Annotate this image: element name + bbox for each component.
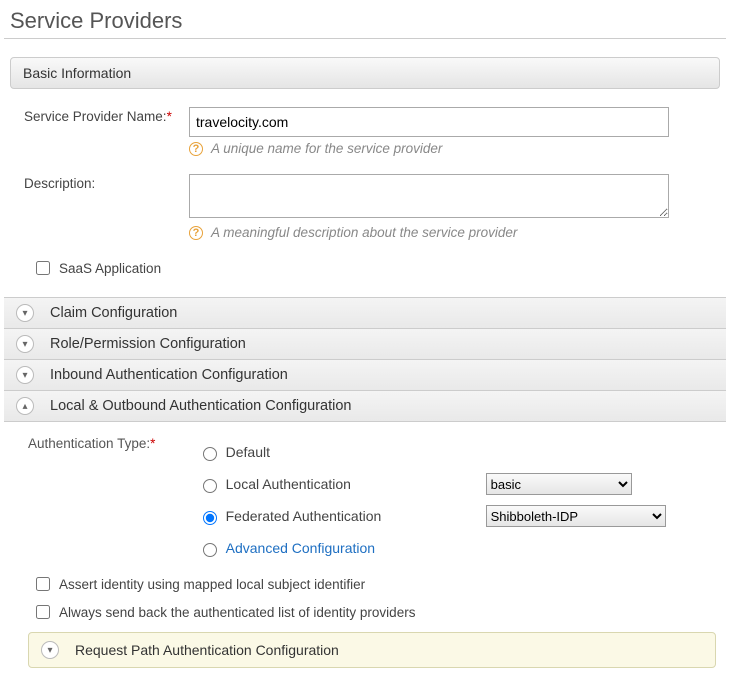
auth-default-label: Default bbox=[226, 444, 486, 460]
advanced-config-link[interactable]: Advanced Configuration bbox=[226, 540, 375, 556]
always-send-checkbox[interactable] bbox=[36, 605, 50, 619]
required-asterisk: * bbox=[150, 436, 155, 451]
description-label: Description: bbox=[24, 174, 189, 240]
chevron-up-icon: ▴ bbox=[16, 397, 34, 415]
auth-advanced-radio[interactable] bbox=[203, 543, 217, 557]
accordion-request-path[interactable]: ▾ Request Path Authentication Configurat… bbox=[28, 632, 716, 668]
chevron-down-icon: ▾ bbox=[41, 641, 59, 659]
basic-info-header: Basic Information bbox=[10, 57, 720, 89]
auth-federated-radio[interactable] bbox=[203, 511, 217, 525]
accordion-role[interactable]: ▾ Role/Permission Configuration bbox=[4, 328, 726, 360]
saas-checkbox[interactable] bbox=[36, 261, 50, 275]
chevron-down-icon: ▾ bbox=[16, 335, 34, 353]
accordion-local-outbound[interactable]: ▴ Local & Outbound Authentication Config… bbox=[4, 390, 726, 422]
divider bbox=[4, 38, 726, 39]
accordion-claim-label: Claim Configuration bbox=[50, 305, 177, 321]
assert-identity-label: Assert identity using mapped local subje… bbox=[59, 577, 365, 592]
accordion-role-label: Role/Permission Configuration bbox=[50, 336, 246, 352]
auth-type-label-text: Authentication Type: bbox=[28, 436, 150, 451]
auth-federated-select[interactable]: Shibboleth-IDP bbox=[486, 505, 666, 527]
page-title: Service Providers bbox=[10, 8, 726, 34]
description-hint: A meaningful description about the servi… bbox=[211, 225, 517, 240]
auth-local-radio[interactable] bbox=[203, 479, 217, 493]
description-input[interactable] bbox=[189, 174, 669, 218]
accordion-inbound-label: Inbound Authentication Configuration bbox=[50, 367, 288, 383]
accordion-request-path-label: Request Path Authentication Configuratio… bbox=[75, 642, 339, 658]
auth-default-radio[interactable] bbox=[203, 447, 217, 461]
help-icon: ? bbox=[189, 226, 203, 240]
sp-name-input[interactable] bbox=[189, 107, 669, 137]
sp-name-label: Service Provider Name:* bbox=[24, 107, 189, 156]
accordion-local-outbound-label: Local & Outbound Authentication Configur… bbox=[50, 398, 352, 414]
always-send-label: Always send back the authenticated list … bbox=[59, 605, 415, 620]
help-icon: ? bbox=[189, 142, 203, 156]
auth-federated-label: Federated Authentication bbox=[226, 508, 486, 524]
saas-label: SaaS Application bbox=[59, 261, 161, 276]
accordion-inbound[interactable]: ▾ Inbound Authentication Configuration bbox=[4, 359, 726, 391]
auth-type-label: Authentication Type:* bbox=[28, 436, 194, 451]
auth-advanced-label: Advanced Configuration bbox=[226, 540, 375, 556]
required-asterisk: * bbox=[167, 109, 172, 124]
auth-local-label: Local Authentication bbox=[226, 476, 486, 492]
sp-name-hint: A unique name for the service provider bbox=[211, 141, 442, 156]
auth-local-select[interactable]: basic bbox=[486, 473, 632, 495]
chevron-down-icon: ▾ bbox=[16, 366, 34, 384]
assert-identity-checkbox[interactable] bbox=[36, 577, 50, 591]
sp-name-label-text: Service Provider Name: bbox=[24, 109, 167, 124]
accordion-claim[interactable]: ▾ Claim Configuration bbox=[4, 297, 726, 329]
chevron-down-icon: ▾ bbox=[16, 304, 34, 322]
